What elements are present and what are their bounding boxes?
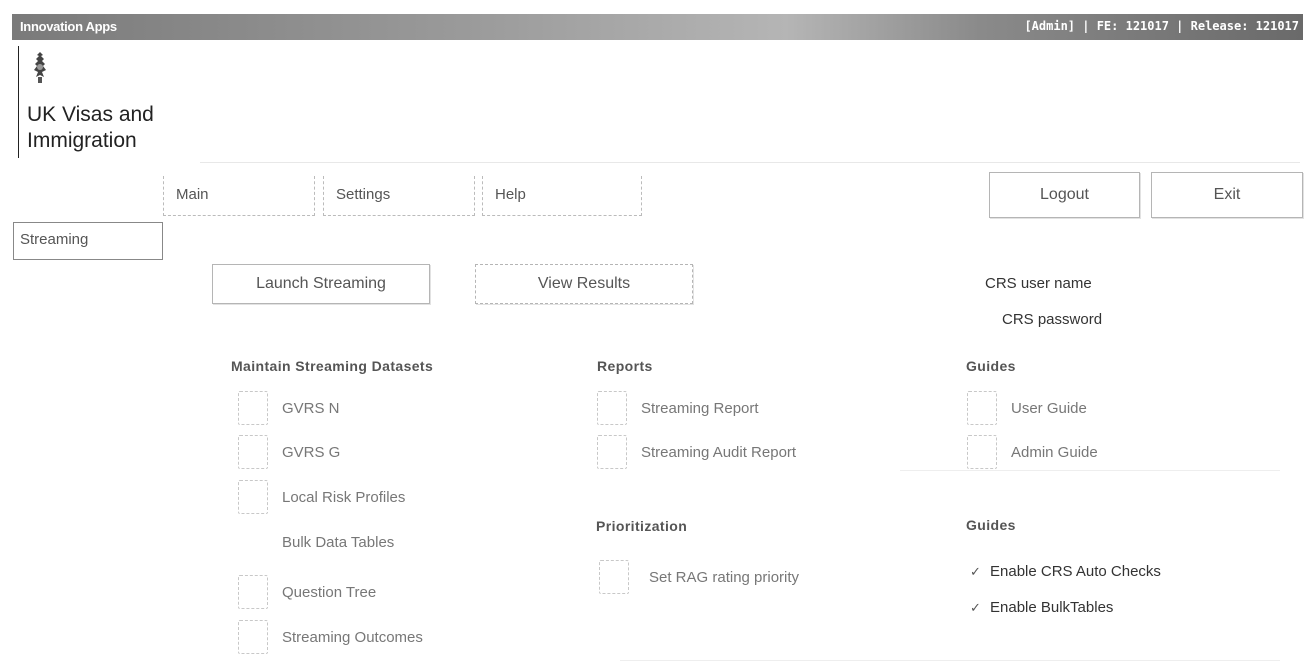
app-name: Innovation Apps — [20, 19, 117, 34]
tab-streaming[interactable]: Streaming — [13, 222, 163, 260]
datasets-title: Maintain Streaming Datasets — [231, 358, 434, 374]
logout-button[interactable]: Logout — [989, 172, 1140, 218]
dataset-item-question-tree[interactable]: Question Tree — [238, 574, 376, 610]
crest-icon — [34, 52, 46, 83]
tab-settings-label: Settings — [336, 186, 391, 203]
dataset-checkbox[interactable] — [238, 575, 268, 609]
dataset-item-bulk-data-tables[interactable]: Bulk Data Tables — [238, 524, 394, 560]
exit-button[interactable]: Exit — [1151, 172, 1303, 218]
dataset-label: GVRS G — [282, 443, 341, 461]
report-checkbox[interactable] — [597, 391, 627, 425]
crs-username-label: CRS user name — [985, 275, 1092, 292]
divider — [900, 470, 1280, 471]
option-enable-bulk-tables[interactable]: ✓ Enable BulkTables — [970, 599, 1113, 616]
dataset-item-local-risk-profiles[interactable]: Local Risk Profiles — [238, 479, 405, 515]
guide-checkbox[interactable] — [967, 391, 997, 425]
divider — [620, 660, 1280, 661]
report-label: Streaming Report — [641, 399, 759, 417]
option-enable-crs-auto-checks[interactable]: ✓ Enable CRS Auto Checks — [970, 563, 1161, 580]
top-bar: Innovation Apps [Admin] | FE: 121017 | R… — [12, 14, 1303, 40]
prioritization-item-rag[interactable]: Set RAG rating priority — [599, 559, 799, 595]
logo-line-1: UK Visas and — [27, 103, 154, 126]
guide-checkbox[interactable] — [967, 435, 997, 469]
report-label: Streaming Audit Report — [641, 443, 797, 461]
prioritization-title: Prioritization — [596, 518, 688, 534]
divider — [200, 162, 1300, 163]
dataset-item-gvrs-n[interactable]: GVRS N — [238, 390, 340, 426]
dataset-item-streaming-outcomes[interactable]: Streaming Outcomes — [238, 619, 423, 655]
dataset-checkbox[interactable] — [238, 480, 268, 514]
session-info: [Admin] | FE: 121017 | Release: 121017 — [1024, 19, 1299, 33]
option-label: Enable CRS Auto Checks — [990, 563, 1161, 580]
launch-streaming-button[interactable]: Launch Streaming — [212, 264, 430, 304]
dataset-label: Streaming Outcomes — [282, 628, 423, 646]
ukvi-logo: UK Visas and Immigration — [18, 46, 154, 158]
tab-streaming-label: Streaming — [20, 231, 89, 248]
prioritization-label: Set RAG rating priority — [649, 568, 800, 586]
report-item-streaming-audit-report[interactable]: Streaming Audit Report — [597, 434, 796, 470]
guide-label: Admin Guide — [1011, 443, 1098, 461]
option-label: Enable BulkTables — [990, 599, 1114, 616]
guide-item-user-guide[interactable]: User Guide — [967, 390, 1087, 426]
report-checkbox[interactable] — [597, 435, 627, 469]
tab-settings[interactable]: Settings — [323, 176, 475, 216]
dataset-label: Local Risk Profiles — [282, 488, 406, 506]
dataset-checkbox[interactable] — [238, 620, 268, 654]
tab-help[interactable]: Help — [482, 176, 642, 216]
dataset-checkbox[interactable] — [238, 435, 268, 469]
tab-main[interactable]: Main — [163, 176, 315, 216]
dataset-label: Question Tree — [282, 583, 377, 601]
check-icon: ✓ — [970, 563, 981, 579]
guide-item-admin-guide[interactable]: Admin Guide — [967, 434, 1098, 470]
crs-password-label: CRS password — [1002, 311, 1103, 328]
tab-main-label: Main — [176, 186, 209, 203]
logo-line-2: Immigration — [27, 129, 137, 152]
guide-label: User Guide — [1011, 399, 1087, 417]
dataset-item-gvrs-g[interactable]: GVRS G — [238, 434, 340, 470]
guides-title: Guides — [966, 358, 1016, 374]
dataset-checkbox[interactable] — [238, 391, 268, 425]
prioritization-checkbox[interactable] — [599, 560, 629, 594]
dataset-label: Bulk Data Tables — [282, 533, 395, 551]
guides-options-title: Guides — [966, 517, 1016, 533]
reports-title: Reports — [597, 358, 653, 374]
view-results-button[interactable]: View Results — [475, 264, 693, 304]
dataset-checkbox[interactable] — [238, 525, 268, 559]
dataset-label: GVRS N — [282, 399, 340, 417]
check-icon: ✓ — [970, 599, 981, 615]
report-item-streaming-report[interactable]: Streaming Report — [597, 390, 759, 426]
logo-text: UK Visas and Immigration — [27, 102, 154, 154]
tab-help-label: Help — [495, 186, 526, 203]
